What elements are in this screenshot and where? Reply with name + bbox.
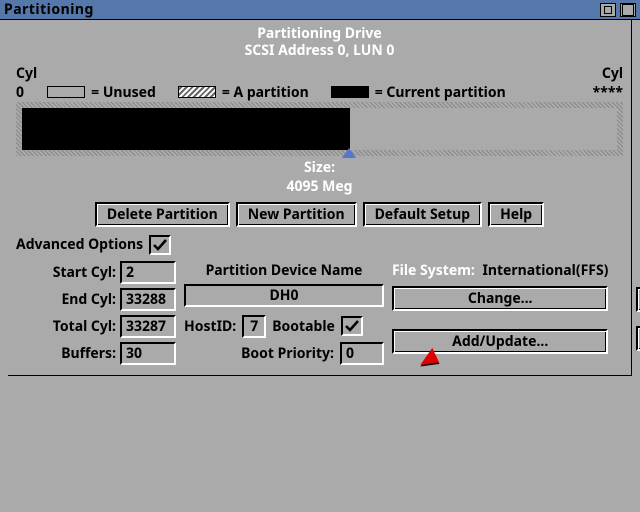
cyl-label-left: Cyl bbox=[16, 64, 37, 83]
boot-priority-input[interactable]: 0 bbox=[340, 342, 384, 365]
heading-subtitle: SCSI Address 0, LUN 0 bbox=[16, 43, 623, 60]
cyl-label-right: Cyl bbox=[593, 64, 623, 83]
legend-unused-label: Unused bbox=[103, 83, 156, 102]
ok-button[interactable]: Ok bbox=[636, 287, 640, 312]
start-cyl-label: Start Cyl: bbox=[53, 263, 116, 282]
filesystem-value: International(FFS) bbox=[482, 261, 608, 280]
partition-bar-container bbox=[16, 102, 623, 156]
size-label: Size: bbox=[16, 158, 623, 177]
partition-slider-handle-icon[interactable] bbox=[342, 148, 356, 158]
end-cyl-label: End Cyl: bbox=[61, 290, 116, 309]
main-button-row: Delete Partition New Partition Default S… bbox=[16, 202, 623, 227]
dialog-heading: Partitioning Drive SCSI Address 0, LUN 0 bbox=[16, 26, 623, 60]
advanced-options-checkbox[interactable] bbox=[149, 235, 171, 255]
size-value: 4095 Meg bbox=[16, 177, 623, 196]
new-partition-button[interactable]: New Partition bbox=[236, 202, 357, 227]
total-cyl-input[interactable]: 33287 bbox=[120, 315, 176, 338]
zoom-gadget-icon[interactable] bbox=[620, 3, 636, 17]
buffers-row: Buffers: 30 bbox=[16, 342, 176, 365]
lower-grid: Start Cyl: 2 End Cyl: 33288 Total Cyl: 3… bbox=[16, 261, 623, 365]
titlebar-controls bbox=[600, 3, 636, 17]
delete-partition-button[interactable]: Delete Partition bbox=[95, 202, 230, 227]
default-setup-button[interactable]: Default Setup bbox=[363, 202, 483, 227]
okcancel-col: Ok Cancel bbox=[616, 261, 640, 351]
partitioning-dialog: Partitioning Drive SCSI Address 0, LUN 0… bbox=[8, 20, 632, 376]
total-cyl-row: Total Cyl: 33287 bbox=[16, 315, 176, 338]
cyl-left: Cyl 0 bbox=[16, 64, 37, 102]
start-cyl-input[interactable]: 2 bbox=[120, 261, 176, 284]
buffers-input[interactable]: 30 bbox=[120, 342, 176, 365]
cyl-readout-row: Cyl 0 = Unused = A partition = Current p… bbox=[16, 64, 623, 102]
cyl-fields-col: Start Cyl: 2 End Cyl: 33288 Total Cyl: 3… bbox=[16, 261, 176, 365]
swatch-unused-icon bbox=[47, 86, 85, 98]
bootable-checkbox[interactable] bbox=[341, 316, 363, 336]
cyl-value-right: **** bbox=[593, 83, 623, 102]
hostid-input[interactable]: 7 bbox=[242, 315, 266, 338]
total-cyl-label: Total Cyl: bbox=[53, 317, 116, 336]
legend-partition-label: A partition bbox=[234, 83, 309, 102]
window-title: Partitioning bbox=[4, 0, 94, 19]
hostid-bootable-row: HostID: 7 Bootable bbox=[184, 315, 384, 338]
legend-row: = Unused = A partition = Current partiti… bbox=[47, 83, 582, 102]
filesystem-row: File System: International(FFS) bbox=[392, 261, 608, 280]
change-filesystem-button[interactable]: Change... bbox=[392, 286, 608, 311]
legend-current-label: Current partition bbox=[386, 83, 505, 102]
cancel-button[interactable]: Cancel bbox=[636, 326, 640, 351]
filesystem-label: File System: bbox=[392, 261, 475, 280]
device-name-label: Partition Device Name bbox=[184, 261, 384, 280]
hostid-label: HostID: bbox=[184, 317, 236, 336]
checkmark-icon bbox=[152, 238, 168, 252]
size-readout: Size: 4095 Meg bbox=[16, 158, 623, 196]
bootable-label: Bootable bbox=[272, 317, 335, 336]
swatch-partition-icon bbox=[178, 86, 216, 98]
advanced-options-label: Advanced Options bbox=[16, 235, 143, 254]
end-cyl-row: End Cyl: 33288 bbox=[16, 288, 176, 311]
checkmark-icon bbox=[344, 319, 360, 333]
cyl-right: Cyl **** bbox=[593, 64, 623, 102]
help-button[interactable]: Help bbox=[488, 202, 544, 227]
partition-unused-seg[interactable] bbox=[349, 108, 617, 150]
start-cyl-row: Start Cyl: 2 bbox=[16, 261, 176, 284]
buffers-label: Buffers: bbox=[61, 344, 116, 363]
cyl-value-left: 0 bbox=[16, 83, 37, 102]
boot-priority-row: Boot Priority: 0 bbox=[184, 342, 384, 365]
filesystem-col: File System: International(FFS) Change..… bbox=[392, 261, 608, 354]
device-col: Partition Device Name DH0 HostID: 7 Boot… bbox=[184, 261, 384, 365]
partition-current-seg[interactable] bbox=[22, 108, 349, 150]
depth-gadget-icon[interactable] bbox=[600, 3, 616, 17]
device-name-input[interactable]: DH0 bbox=[184, 284, 384, 307]
boot-priority-label: Boot Priority: bbox=[241, 344, 334, 363]
swatch-current-icon bbox=[331, 86, 369, 98]
title-bar: Partitioning bbox=[0, 0, 640, 20]
advanced-options-row: Advanced Options bbox=[16, 235, 623, 255]
partition-bar[interactable] bbox=[22, 108, 617, 150]
add-update-button[interactable]: Add/Update... bbox=[392, 329, 608, 354]
end-cyl-input[interactable]: 33288 bbox=[120, 288, 176, 311]
